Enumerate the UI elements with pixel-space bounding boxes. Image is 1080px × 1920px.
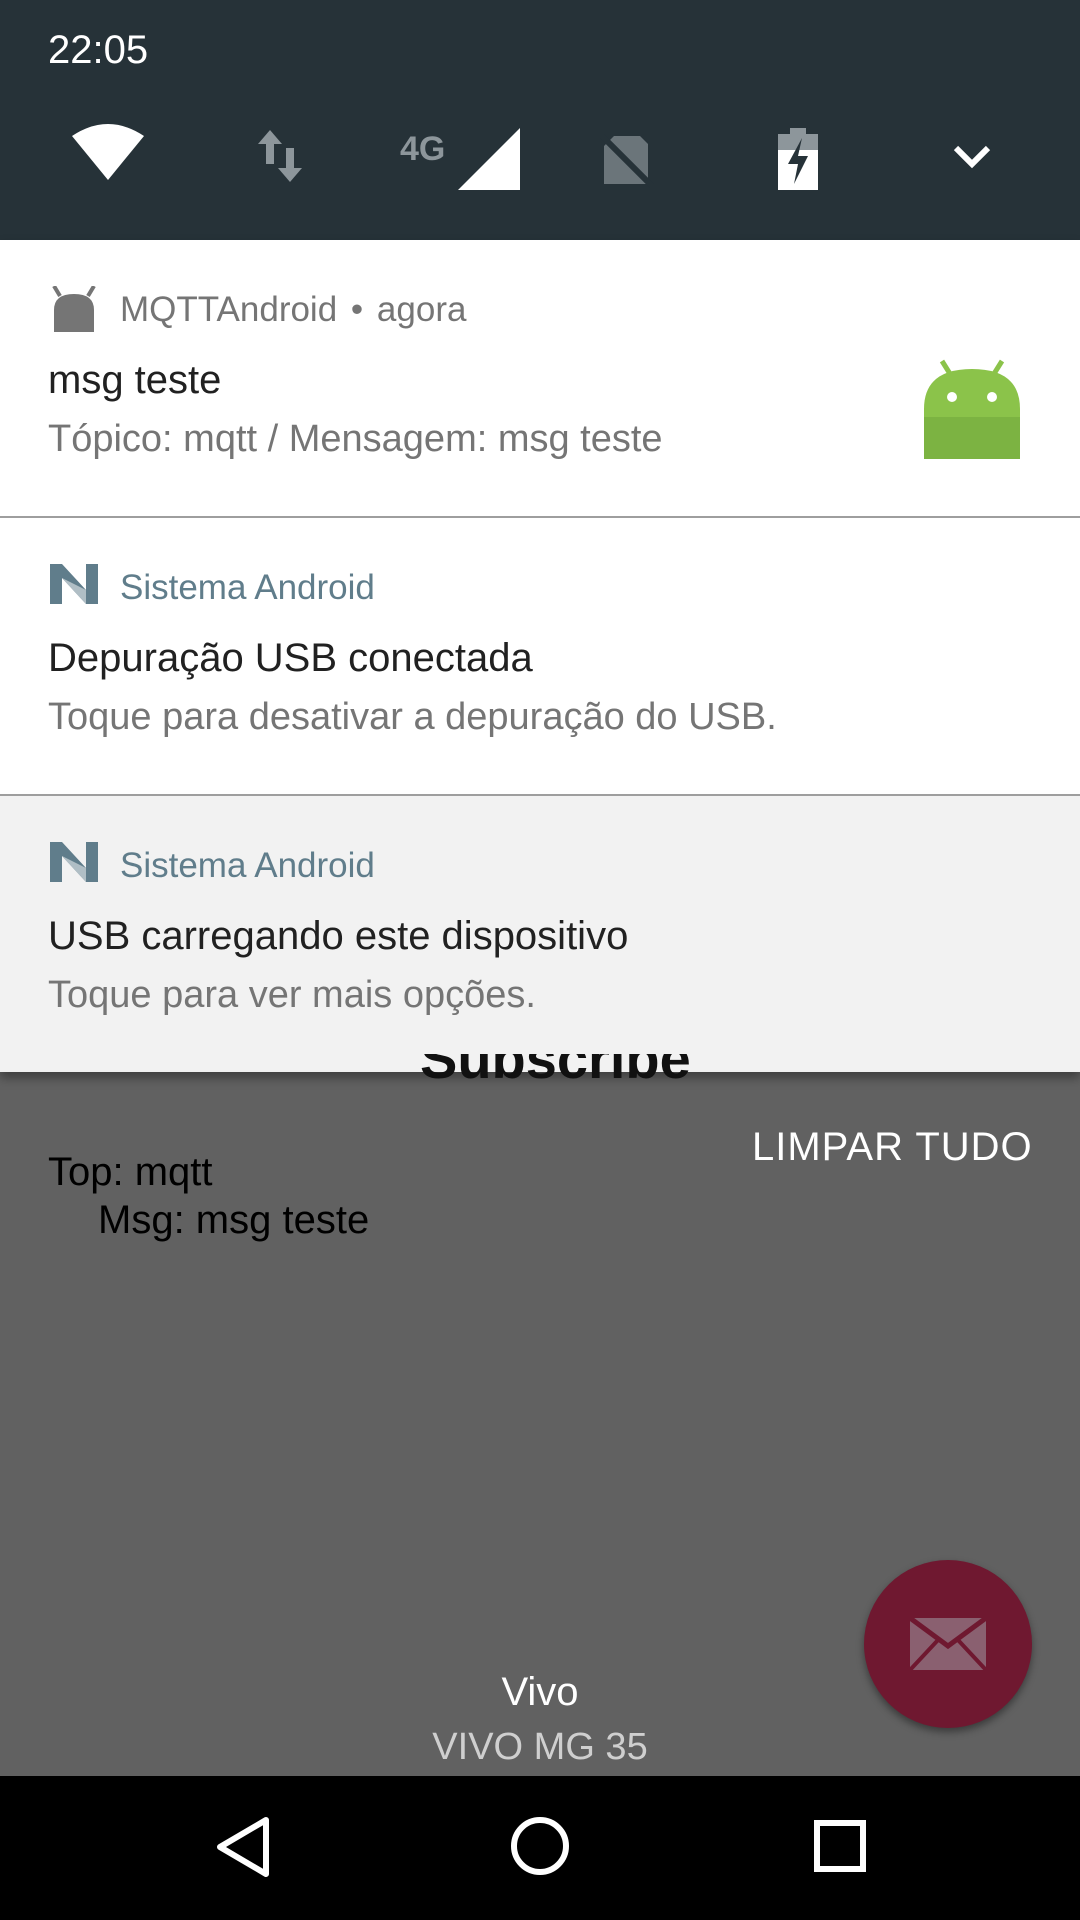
notification-usb-charging[interactable]: Sistema Android USB carregando este disp… <box>0 796 1080 1072</box>
android-app-icon <box>50 284 98 337</box>
notification-panel: MQTTAndroid • agora msg teste Tópico: mq… <box>0 240 1080 1072</box>
notification-text: Tópico: mqtt / Mensagem: msg teste <box>48 418 663 460</box>
notification-app-name: MQTTAndroid • agora <box>120 290 467 329</box>
no-sim-icon[interactable] <box>598 132 654 188</box>
notification-text: Toque para desativar a depuração do USB. <box>48 696 777 738</box>
status-time: 22:05 <box>48 28 149 72</box>
carrier-name: Vivo <box>501 1670 579 1714</box>
notification-time: agora <box>376 290 467 329</box>
wifi-icon[interactable] <box>70 120 146 184</box>
notification-title: msg teste <box>48 358 222 402</box>
notification-mqtt[interactable]: MQTTAndroid • agora msg teste Tópico: mq… <box>0 240 1080 516</box>
notification-text: Toque para ver mais opções. <box>48 974 536 1016</box>
notification-title: USB carregando este dispositivo <box>48 914 629 958</box>
clear-all-button[interactable]: LIMPAR TUDO <box>752 1125 1033 1170</box>
carrier-network: VIVO MG 35 <box>432 1726 648 1768</box>
mail-icon <box>908 1616 988 1672</box>
expand-chevron-icon[interactable] <box>952 144 992 170</box>
network-type-label: 4G <box>400 130 446 168</box>
background-message-line: Msg: msg teste <box>98 1198 370 1242</box>
notification-title: Depuração USB conectada <box>48 636 533 680</box>
recents-icon[interactable] <box>814 1820 866 1877</box>
android-robot-icon <box>920 355 1024 464</box>
notification-app-name: Sistema Android <box>120 568 375 607</box>
notification-app-name: Sistema Android <box>120 846 375 885</box>
navigation-bar <box>0 1776 1080 1920</box>
back-icon[interactable] <box>214 1816 270 1883</box>
android-system-icon <box>50 564 98 609</box>
data-transfer-icon[interactable] <box>256 128 304 184</box>
android-system-icon <box>50 842 98 887</box>
battery-charging-icon[interactable] <box>778 128 818 190</box>
notification-usb-debugging[interactable]: Sistema Android Depuração USB conectada … <box>0 518 1080 794</box>
quick-settings-header: 22:05 4G <box>0 0 1080 240</box>
background-topic-line: Top: mqtt <box>48 1150 213 1194</box>
home-icon[interactable] <box>510 1816 570 1881</box>
